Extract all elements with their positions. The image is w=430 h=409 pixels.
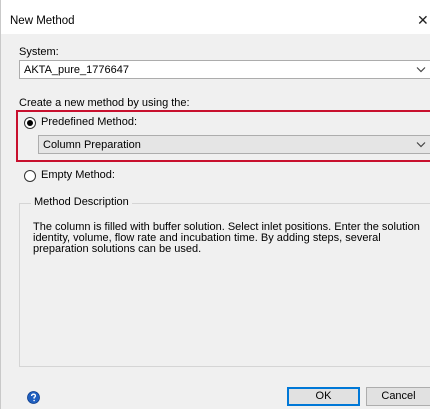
method-description-legend: Method Description	[31, 196, 132, 208]
predefined-method-label[interactable]: Predefined Method:	[41, 116, 137, 128]
title-bar: New Method ✕	[1, 0, 430, 34]
cancel-button[interactable]: Cancel	[366, 387, 430, 406]
empty-method-label[interactable]: Empty Method:	[41, 169, 115, 181]
help-icon[interactable]	[27, 391, 40, 404]
predefined-method-select[interactable]: Column Preparation	[38, 135, 430, 154]
new-method-dialog: New Method ✕ System: AKTA_pure_1776647 C…	[0, 0, 430, 409]
chevron-down-icon	[416, 142, 426, 148]
close-icon[interactable]: ✕	[417, 11, 430, 29]
ok-button[interactable]: OK	[287, 387, 360, 406]
predefined-method-radio[interactable]	[24, 117, 36, 129]
chevron-down-icon	[416, 67, 426, 73]
method-description-text: The column is filled with buffer solutio…	[33, 221, 420, 255]
create-method-label: Create a new method by using the:	[19, 97, 190, 109]
system-select[interactable]: AKTA_pure_1776647	[19, 60, 430, 79]
predefined-method-value: Column Preparation	[43, 139, 141, 151]
system-label: System:	[19, 46, 59, 58]
radio-selected-dot	[27, 120, 33, 126]
system-select-value: AKTA_pure_1776647	[24, 64, 129, 76]
empty-method-radio[interactable]	[24, 170, 36, 182]
dialog-title: New Method	[10, 15, 75, 27]
